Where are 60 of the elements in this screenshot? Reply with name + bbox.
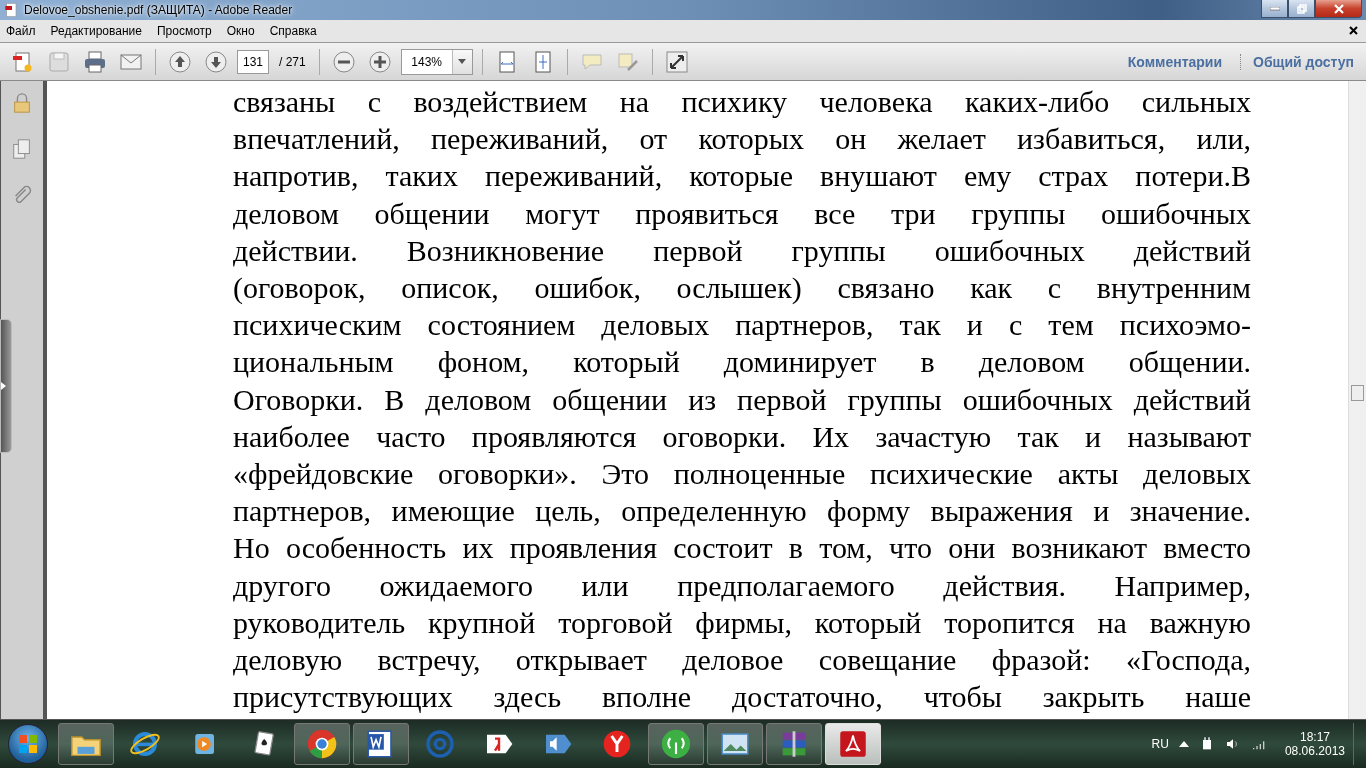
minimize-icon <box>1269 6 1280 11</box>
menu-item[interactable]: Просмотр <box>156 24 212 38</box>
document-text: присутствующих здесь вполне достаточно, чтобы закрыть наше <box>233 679 1251 716</box>
windows-logo-icon <box>18 734 38 754</box>
plus-circle-icon <box>367 49 392 74</box>
document-text: (оговорок, описок, ошибок, ослышек) связано как с внутренним <box>233 270 1251 306</box>
taskbar-app[interactable] <box>707 723 763 765</box>
pdf-file-icon <box>4 2 20 18</box>
document-text: Оговорки. В деловом общении из первой группы ошибочных действий <box>233 381 1251 418</box>
taskbar-app[interactable] <box>58 723 114 765</box>
menu-item[interactable]: Файл <box>6 24 36 38</box>
caret-icon <box>1 382 6 390</box>
minimize-button[interactable] <box>1261 0 1288 18</box>
toolbar-link[interactable]: Общий доступ <box>1240 53 1366 70</box>
document-text: впечатлений, переживаний, от которых он желает избавиться, или, <box>233 121 1251 158</box>
language-indicator[interactable]: RU <box>1151 737 1169 751</box>
caret-icon <box>458 59 467 64</box>
zoom-dropdown[interactable]: 143% <box>400 48 473 75</box>
close-button[interactable] <box>1315 0 1362 18</box>
toolbar-link[interactable]: Комментарии <box>1115 53 1235 70</box>
document-text: руководитель крупной торговой фирмы, который торопится на важную <box>233 604 1251 641</box>
document-text: деловую встречу, открывает деловое совещание фразой: «Господа, <box>233 642 1251 679</box>
menu-item[interactable]: Окно <box>226 24 255 38</box>
document-text: партнеров, имеющие цель, определенную форму выражения и значение. <box>233 493 1251 530</box>
padlock-icon <box>11 91 33 115</box>
taskbar-app[interactable] <box>294 723 350 765</box>
menu-item[interactable]: Справка <box>269 24 317 38</box>
document-text: связаны с воздействием на психику человека каких-либо сильных <box>233 84 1251 120</box>
menu-item[interactable]: Редактирование <box>50 24 142 38</box>
caret-up-icon[interactable] <box>1178 741 1189 747</box>
minus-circle-icon <box>331 49 356 74</box>
document-text: циональным фоном, который доминирует в деловом общении. <box>233 344 1251 381</box>
document-text: наиболее часто проявляются оговорки. Их зачастую так и называют <box>233 418 1251 455</box>
maximize-button[interactable] <box>1288 0 1315 18</box>
document-text: действии. Возникновение первой группы ошибочных действий <box>233 232 1251 269</box>
time: 18:17 <box>1299 730 1330 744</box>
printer-icon <box>83 49 107 74</box>
scrollbar[interactable] <box>1348 81 1366 719</box>
start-button[interactable] <box>8 724 48 764</box>
taskbar-app[interactable] <box>648 723 704 765</box>
document-text: «фрейдовские оговорки». Это полноценные психические акты деловых <box>233 456 1251 493</box>
taskbar-app[interactable] <box>353 723 409 765</box>
document-text: другого ожидаемого или предполагаемого действия. Например, <box>233 567 1251 604</box>
page-number-field[interactable]: 131 <box>237 49 269 74</box>
panel-toggle[interactable] <box>0 319 12 453</box>
close-icon <box>1332 3 1345 14</box>
date: 08.06.2013 <box>1284 744 1345 758</box>
chrome-icon <box>305 727 339 761</box>
expand-arrows-icon <box>664 49 689 74</box>
document-text: психическим состоянием деловых партнеров, так и с тем психоэмо- <box>233 307 1251 344</box>
document-text: напротив, таких переживаний, которые внушают ему страх потери.В <box>233 158 1251 195</box>
document-text: Но особенность их проявления состоит в том, что они возникают вместо <box>233 530 1251 567</box>
pages-icon <box>11 137 33 161</box>
clock[interactable]: 18:17 08.06.2013 <box>1284 730 1345 758</box>
taskbar-app[interactable] <box>766 723 822 765</box>
restore-icon <box>1296 3 1307 14</box>
window-title: Delovoe_obshenie.pdf (ЗАЩИТА) - Adobe Reader <box>24 3 293 17</box>
antenna-icon <box>659 727 693 761</box>
document-text: деловом общении могут проявиться все три группы ошибочных <box>233 195 1251 232</box>
page-count: / 271 <box>279 54 306 69</box>
